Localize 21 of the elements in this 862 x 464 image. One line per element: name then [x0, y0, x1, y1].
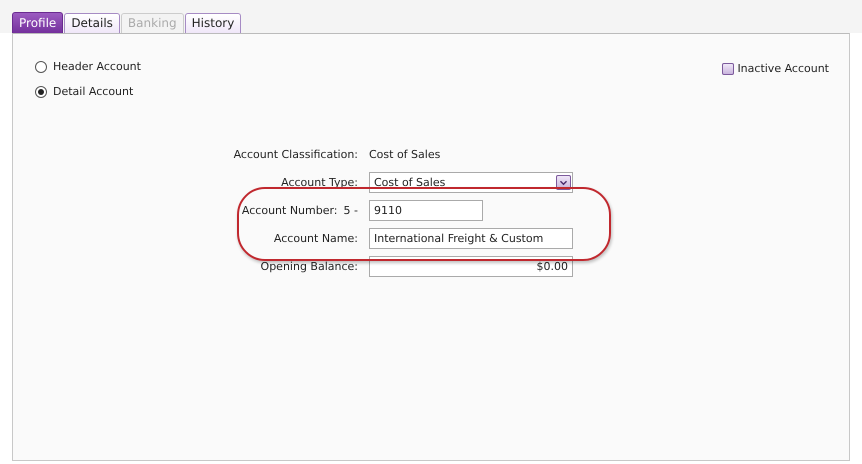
classification-value: Cost of Sales — [369, 147, 442, 163]
account-type-dropdown[interactable]: Cost of Sales — [369, 172, 573, 193]
input-field[interactable]: $0.00 — [369, 256, 573, 277]
input-field[interactable]: International Freight & Custom — [369, 228, 573, 249]
tab[interactable]: History — [184, 13, 242, 33]
checkbox-icon[interactable] — [722, 62, 734, 74]
radio-option[interactable]: Header Account — [35, 60, 141, 73]
radio-icon[interactable] — [35, 86, 47, 98]
radio-icon[interactable] — [35, 60, 47, 72]
number-prefix: 5 - — [344, 204, 358, 217]
field-label: Account Type: — [281, 176, 358, 189]
tab[interactable]: Profile — [12, 12, 64, 33]
radio-label: Header Account — [53, 60, 141, 73]
radio-option[interactable]: Detail Account — [35, 85, 141, 98]
field-label: Account Name: — [274, 232, 358, 245]
field-label: Account Classification: — [234, 148, 358, 161]
radio-label: Detail Account — [53, 85, 134, 98]
input-field[interactable]: 9110 — [369, 200, 483, 221]
field-label: Opening Balance: — [260, 260, 358, 273]
field-label: Account Number: — [242, 204, 338, 217]
tab[interactable]: Details — [64, 13, 120, 33]
